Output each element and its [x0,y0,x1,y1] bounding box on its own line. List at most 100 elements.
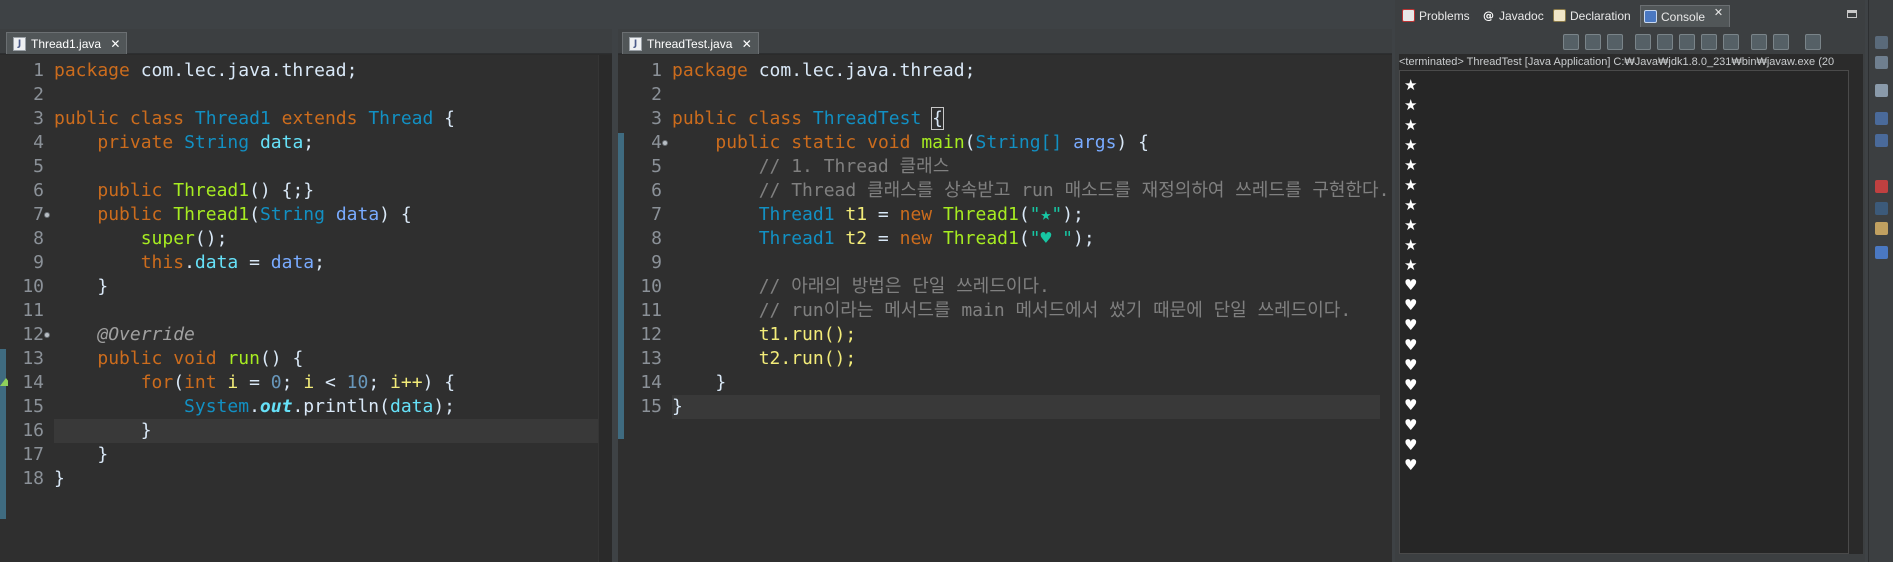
line-number: 14 [640,372,662,393]
code-line: @Override [97,324,195,345]
code-line-current: } [54,419,600,443]
code-line: public class ThreadTest { [672,107,944,130]
console-output[interactable]: ★ ★ ★ ★ ★ ★ ★ ★ ★ ★ ♥ ♥ ♥ ♥ ♥ ♥ ♥ ♥ ♥ ♥ [1399,70,1849,554]
line-number: 7 [651,204,662,225]
line-number: 3 [33,108,44,129]
line-number: 1 [651,60,662,81]
console-scrollbar[interactable] [1849,70,1863,554]
task-list-icon[interactable] [1875,112,1888,125]
fold-marker-icon[interactable] [662,140,668,146]
editor-pane-thread1: J Thread1.java ✕ 1 2 3 4 5 6 7 8 9 10 11 12 13 14 15 16… [0,29,612,562]
tab-problems[interactable]: Problems [1399,5,1470,27]
line-number: 9 [33,252,44,273]
show-stdout-icon[interactable] [1701,34,1717,50]
line-number-gutter: 1 2 3 4 5 6 7 8 9 10 11 12 13 14 15 16 17 18 [8,55,50,562]
line-number: 11 [22,300,44,321]
tab-javadoc[interactable]: @ Javadoc [1479,5,1544,27]
close-tab-icon[interactable]: ✕ [742,37,752,51]
tab-thread1-java[interactable]: J Thread1.java ✕ [6,32,128,54]
tab-declaration[interactable]: Declaration [1550,5,1631,27]
right-trim-toolbar [1868,0,1893,562]
javadoc-icon[interactable] [1875,202,1888,215]
tab-console[interactable]: Console ✕ [1640,5,1731,27]
pin-console-icon[interactable] [1751,34,1767,50]
close-tab-icon[interactable]: ✕ [110,37,120,51]
code-line: public Thread1() {;} [97,180,315,201]
code-line: // run이라는 메서드를 main 메서드에서 썼기 때문에 단일 쓰레드이… [758,300,1352,321]
matching-bracket: { [931,107,944,130]
code-line: } [54,468,65,489]
javadoc-icon: @ [1482,9,1495,22]
overview-ruler [0,55,12,562]
editor-tabbar: J ThreadTest.java ✕ [618,29,1392,54]
code-line: private String data; [97,132,315,153]
show-stderr-icon[interactable] [1723,34,1739,50]
source-code[interactable]: package com.lec.java.thread; public clas… [672,55,1389,562]
code-line: Thread1 t1 = new Thread1("★"); [758,204,1084,225]
line-number: 3 [651,108,662,129]
problems-icon[interactable] [1875,180,1888,193]
code-line: } [97,444,109,465]
code-line: // 1. Thread 클래스 [758,156,950,177]
line-number: 4 [33,132,44,153]
word-wrap-icon[interactable] [1657,34,1673,50]
scope-marker [0,349,6,519]
code-line: for(int i = 0; i < 10; i++) { [140,372,456,393]
editor-tabbar: J Thread1.java ✕ [0,29,612,54]
scope-marker [618,133,624,439]
terminate-icon[interactable] [1563,34,1579,50]
code-line: } [97,276,109,297]
console-toolbar [1395,30,1865,54]
java-file-icon: J [13,37,26,51]
view-tabbar: Problems @ Javadoc Declaration Console ✕ [1395,0,1865,30]
line-number: 5 [33,156,44,177]
open-console-icon[interactable] [1805,34,1821,50]
restore-icon[interactable] [1875,56,1888,69]
console-icon[interactable] [1875,246,1888,259]
code-line: package com.lec.java.thread; [672,60,976,81]
tab-label: ThreadTest.java [647,37,733,51]
code-line: this.data = data; [140,252,325,273]
code-line: public class Thread1 extends Thread { [54,108,456,129]
line-number: 4 [651,132,662,153]
display-console-icon[interactable] [1773,34,1789,50]
code-editor[interactable]: 1 2 3 4 5 6 7 8 9 10 11 12 13 14 15 16 17 18 package com.… [0,55,612,562]
code-line: super(); [140,228,228,249]
fold-marker-icon[interactable] [44,212,50,218]
source-code[interactable]: package com.lec.java.thread; public clas… [54,55,600,562]
remove-launch-icon[interactable] [1585,34,1601,50]
editor-pane-threadtest: J ThreadTest.java ✕ 1 2 3 4 5 6 7 8 9 10 11 12 13 14 1… [618,29,1392,562]
scroll-lock-icon[interactable] [1635,34,1651,50]
code-editor[interactable]: 1 2 3 4 5 6 7 8 9 10 11 12 13 14 15 package com.lec.ja… [618,55,1392,562]
line-number-gutter: 1 2 3 4 5 6 7 8 9 10 11 12 13 14 15 [626,55,668,562]
line-number: 6 [33,180,44,201]
line-number: 16 [22,420,44,441]
declaration-icon[interactable] [1875,222,1888,235]
remove-all-icon[interactable] [1607,34,1623,50]
code-line: public void run() { [97,348,304,369]
line-number: 15 [640,396,662,417]
code-line: // 아래의 방법은 단일 쓰레드이다. [758,276,1050,297]
clear-console-icon[interactable] [1679,34,1695,50]
minimize-stack-icon[interactable] [1875,36,1888,49]
line-number: 15 [22,396,44,417]
console-view: Problems @ Javadoc Declaration Console ✕ <… [1395,0,1865,562]
line-number: 1 [33,60,44,81]
outline-icon[interactable] [1875,84,1888,97]
maximize-icon[interactable] [1847,10,1857,18]
line-number: 13 [640,348,662,369]
vertical-scrollbar[interactable] [598,55,612,562]
line-number: 10 [22,276,44,297]
tab-threadtest-java[interactable]: J ThreadTest.java ✕ [622,32,759,54]
line-number: 12 [640,324,662,345]
line-number: 2 [33,84,44,105]
tab-label: Thread1.java [31,37,102,51]
close-tab-icon[interactable]: ✕ [1714,6,1723,19]
eclipse-window: J Thread1.java ✕ 1 2 3 4 5 6 7 8 9 10 11 12 13 14 15 16… [0,0,1893,562]
fold-marker-icon[interactable] [44,332,50,338]
code-line-current: } [672,395,1380,419]
code-line: System.out.println(data); [184,396,456,417]
console-status: <terminated> ThreadTest [Java Applicatio… [1399,54,1863,70]
overview-ruler [618,55,626,562]
hierarchy-icon[interactable] [1875,134,1888,147]
